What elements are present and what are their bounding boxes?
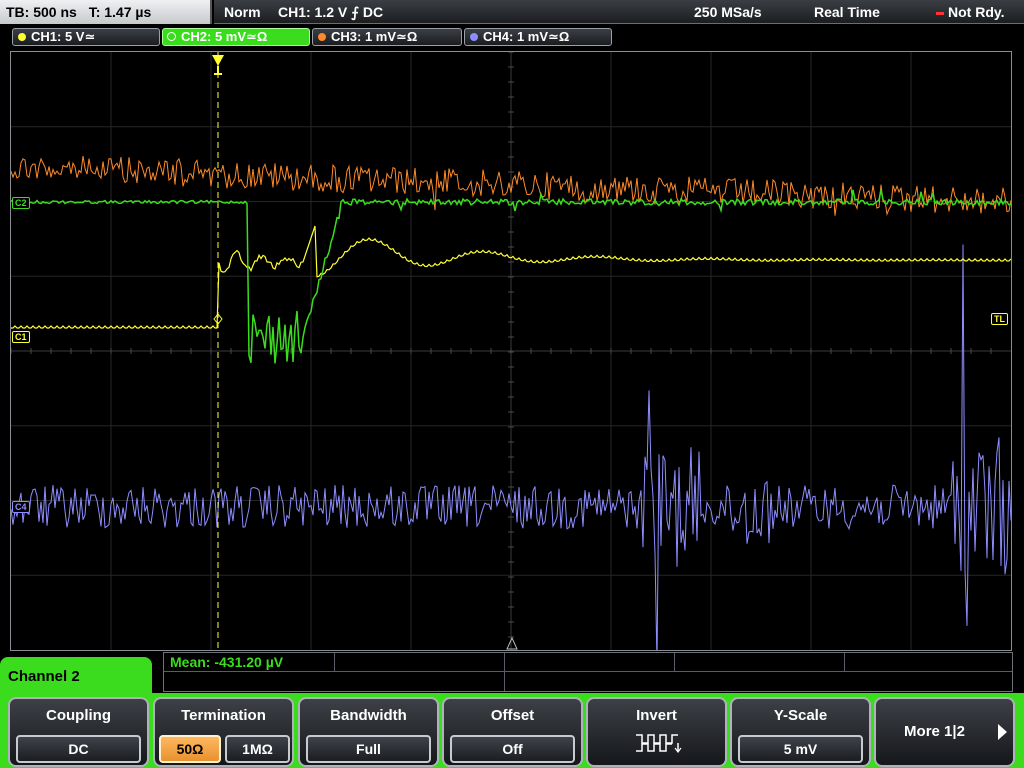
yscale-softkey[interactable]: Y-Scale 5 mV — [730, 697, 871, 767]
termination-title: Termination — [181, 707, 266, 724]
coupling-title: Coupling — [46, 707, 111, 724]
channel-tab-ch3[interactable]: CH3: 1 mV≃Ω — [312, 28, 462, 46]
more-label: More 1|2 — [904, 723, 965, 740]
bandwidth-title: Bandwidth — [330, 707, 407, 724]
ch4-offset-marker[interactable]: C4 — [12, 501, 30, 513]
ch2-color-dot — [167, 32, 176, 41]
ch2-offset-marker[interactable]: C2 — [12, 197, 30, 209]
invert-waveform-icon — [636, 734, 682, 753]
coupling-value-button[interactable]: DC — [16, 735, 141, 763]
ch3-color-dot — [318, 33, 326, 41]
yscale-title: Y-Scale — [773, 707, 828, 724]
channel-tab-label: CH2: 5 mV≃Ω — [181, 29, 268, 44]
trigger-position-icon — [212, 55, 224, 66]
sample-rate: 250 MSa/s — [694, 4, 762, 20]
invert-softkey[interactable]: Invert — [586, 697, 727, 767]
right-arrow-icon — [998, 724, 1007, 740]
channel-tab-label: CH3: 1 mV≃Ω — [331, 29, 418, 44]
offset-value-button[interactable]: Off — [450, 735, 575, 763]
mean-measurement[interactable]: Mean: -431.20 µV — [170, 654, 283, 670]
trigger-time-value: T: 1.47 µs — [88, 4, 152, 20]
channel-tab-ch2[interactable]: CH2: 5 mV≃Ω — [162, 28, 310, 46]
ch4-color-dot — [470, 33, 478, 41]
top-status-bar: TB: 500 ns T: 1.47 µs Norm CH1: 1.2 V ⨍ … — [0, 0, 1024, 26]
invert-title: Invert — [636, 707, 677, 724]
termination-softkey[interactable]: Termination 50Ω 1MΩ — [153, 697, 294, 767]
channel-tab-ch1[interactable]: CH1: 5 V≃ — [12, 28, 160, 46]
offset-softkey[interactable]: Offset Off — [442, 697, 583, 767]
trigger-level-marker[interactable]: TL — [991, 313, 1008, 325]
termination-1mohm-button[interactable]: 1MΩ — [225, 735, 290, 763]
channel-menu-title: Channel 2 — [0, 657, 152, 697]
more-softkey[interactable]: More 1|2 — [874, 697, 1015, 767]
channel-tab-ch4[interactable]: CH4: 1 mV≃Ω — [464, 28, 612, 46]
ch1-offset-marker[interactable]: C1 — [12, 331, 30, 343]
graticule-grid — [11, 52, 1011, 650]
bandwidth-value-button[interactable]: Full — [306, 735, 431, 763]
ch1-color-dot — [18, 33, 26, 41]
measurement-panel: Mean: -431.20 µV — [163, 652, 1013, 692]
softkey-menu: Coupling DC Termination 50Ω 1MΩ Bandwidt… — [0, 693, 1024, 768]
waveform-canvas — [11, 52, 1011, 650]
coupling-softkey[interactable]: Coupling DC — [8, 697, 149, 767]
bandwidth-softkey[interactable]: Bandwidth Full — [298, 697, 439, 767]
termination-50ohm-button[interactable]: 50Ω — [159, 735, 221, 763]
yscale-value-button[interactable]: 5 mV — [738, 735, 863, 763]
acquisition-status-strip: Norm CH1: 1.2 V ⨍ DC 250 MSa/s Real Time… — [214, 0, 1024, 24]
trigger-status: Not Rdy. — [936, 0, 1005, 24]
trigger-source[interactable]: CH1: 1.2 V ⨍ DC — [278, 0, 383, 24]
channel-tabs: CH1: 5 V≃ CH2: 5 mV≃Ω CH3: 1 mV≃Ω CH4: 1… — [0, 26, 1024, 48]
center-marker-icon — [506, 636, 518, 650]
timebase-box[interactable]: TB: 500 ns T: 1.47 µs — [0, 0, 212, 24]
channel-tab-label: CH1: 5 V≃ — [31, 29, 96, 44]
timebase-value: TB: 500 ns — [6, 4, 77, 20]
acquisition-mode[interactable]: Real Time — [814, 0, 880, 24]
waveform-display[interactable]: C2 C1 C4 TL — [10, 51, 1012, 651]
offset-title: Offset — [490, 707, 535, 724]
trigger-mode[interactable]: Norm — [224, 0, 261, 24]
channel-tab-label: CH4: 1 mV≃Ω — [483, 29, 570, 44]
